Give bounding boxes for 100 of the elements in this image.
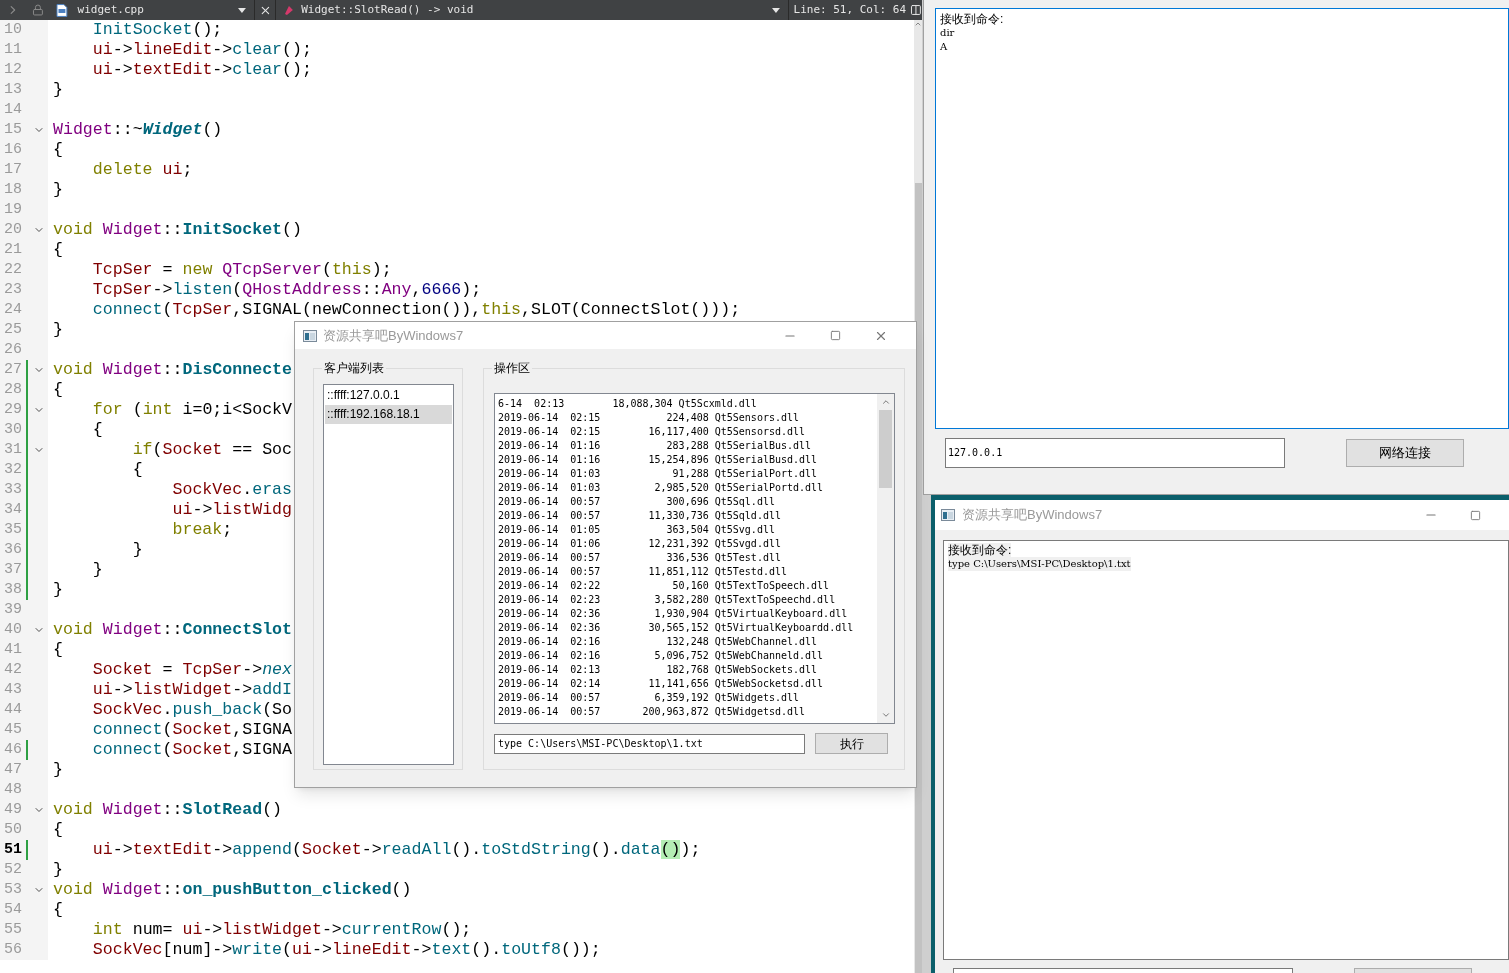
code-line: void Widget::on_pushButton_clicked() <box>53 880 412 900</box>
code-line: } <box>91 560 103 580</box>
window-title: 资源共享吧ByWindows7 <box>323 326 465 345</box>
code-line: { <box>131 460 143 480</box>
code-line: { <box>53 240 63 260</box>
cursor-position: Line: 51, Col: 64 <box>793 1 908 18</box>
line-number: 53 <box>4 879 23 900</box>
line-number: 47 <box>4 759 23 780</box>
file-name[interactable]: widget.cpp <box>77 1 236 19</box>
scroll-up-icon[interactable] <box>880 397 891 407</box>
line-number: 12 <box>4 59 23 80</box>
line-number: 37 <box>4 559 23 580</box>
code-line: void Widget::DisConnecte <box>53 360 292 380</box>
code-line: InitSocket(); <box>91 20 223 40</box>
output-line: 2019-06-14 02:13 182,768 Qt5WebSockets.dll <box>498 663 818 677</box>
code-line: ui->listWidget->addI <box>91 680 293 700</box>
line-number: 31 <box>4 439 23 460</box>
line-number: 17 <box>4 159 23 180</box>
command-input[interactable]: type C:\Users\MSI-PC\Desktop\1.txt <box>494 733 805 754</box>
line-number: 16 <box>4 139 23 160</box>
output-line: 2019-06-14 02:14 11,141,656 Qt5WebSocketsd.dll <box>498 677 824 691</box>
line-number: 40 <box>4 619 23 640</box>
code-line: void Widget::ConnectSlot <box>53 620 292 640</box>
function-symbol[interactable]: Widget::SlotRead() -> void <box>301 1 772 19</box>
code-line: delete ui; <box>91 160 193 180</box>
code-line: TcpSer->listen(QHostAddress::Any,6666); <box>91 280 482 300</box>
code-line: } <box>53 580 63 600</box>
window-title: 资源共享吧ByWindows7 <box>962 506 1104 525</box>
file-icon <box>55 3 68 17</box>
line-number: 23 <box>4 279 23 300</box>
line-number: 18 <box>4 179 23 200</box>
line-number: 56 <box>4 939 23 960</box>
window-app-icon <box>941 509 955 521</box>
code-line: { <box>53 140 63 160</box>
output-line: 2019-06-14 01:05 363,504 Qt5Svg.dll <box>498 523 775 537</box>
scroll-up-icon[interactable] <box>914 20 922 28</box>
output-line: 6-14 02:13 18,088,304 Qt5Scxmld.dll <box>498 397 757 411</box>
code-line: } <box>131 540 143 560</box>
code-line: } <box>53 80 63 100</box>
received-label: 接收到命令: <box>948 543 1012 557</box>
output-line: 2019-06-14 02:22 50,160 Qt5TextToSpeech.dll <box>498 579 830 593</box>
line-number: 38 <box>4 579 23 600</box>
client-item[interactable]: ::ffff:192.168.18.1 <box>325 405 452 424</box>
line-number: 15 <box>4 119 23 140</box>
line-number: 52 <box>4 859 23 880</box>
line-number: 35 <box>4 519 23 540</box>
code-line: void Widget::InitSocket() <box>53 220 302 240</box>
line-number: 51 <box>4 839 23 860</box>
code-line: } <box>53 320 63 340</box>
scroll-down-icon[interactable] <box>880 710 891 720</box>
window-app-icon <box>303 329 317 342</box>
code-line: TcpSer = new QTcpServer(this); <box>91 260 392 280</box>
output-line: 2019-06-14 01:16 283,288 Qt5SerialBus.dll <box>498 439 812 453</box>
line-number: 14 <box>4 99 23 120</box>
code-line: int num= ui->listWidget->currentRow(); <box>91 920 472 940</box>
output-line: 2019-06-14 02:15 224,408 Qt5Sensors.dll <box>498 411 800 425</box>
line-number: 43 <box>4 679 23 700</box>
output-line: 2019-06-14 00:57 336,536 Qt5Test.dll <box>498 551 781 565</box>
output-line: 2019-06-14 02:15 16,117,400 Qt5Sensorsd.dll <box>498 425 806 439</box>
code-line: { <box>53 820 63 840</box>
scrollbar-thumb[interactable] <box>879 410 892 488</box>
line-number: 48 <box>4 779 23 800</box>
line-number: 44 <box>4 699 23 720</box>
code-line: break; <box>171 520 233 540</box>
line-number: 49 <box>4 799 23 820</box>
code-line: { <box>53 900 63 920</box>
output-line: 2019-06-14 01:06 12,231,392 Qt5Svgd.dll <box>498 537 781 551</box>
maximize-icon[interactable] <box>830 330 841 341</box>
line-number: 46 <box>4 739 23 760</box>
client-item[interactable]: ::ffff:127.0.0.1 <box>325 386 452 405</box>
connect-button[interactable]: 网络连接 <box>1346 439 1464 467</box>
received-line: A <box>940 40 948 54</box>
code-line: ui->listWidg <box>171 500 292 520</box>
line-number: 50 <box>4 819 23 840</box>
output-line: 2019-06-14 02:16 132,248 Qt5WebChannel.dll <box>498 635 818 649</box>
line-number: 27 <box>4 359 23 380</box>
line-number: 13 <box>4 79 23 100</box>
maximize-icon[interactable] <box>1470 509 1481 521</box>
dropdown-caret-icon[interactable] <box>771 7 780 13</box>
line-number: 45 <box>4 719 23 740</box>
line-number: 25 <box>4 319 23 340</box>
code-line: ui->textEdit->append(Socket->readAll().toStdString().data()); <box>91 840 701 860</box>
output-line: 2019-06-14 01:03 91,288 Qt5SerialPort.dll <box>498 467 818 481</box>
output-line: 2019-06-14 02:36 1,930,904 Qt5VirtualKeyboard.dll <box>498 607 848 621</box>
line-number: 28 <box>4 379 23 400</box>
dropdown-caret-icon[interactable] <box>237 7 246 13</box>
code-line: } <box>53 760 63 780</box>
line-number: 11 <box>4 39 23 60</box>
line-number: 41 <box>4 639 23 660</box>
line-number: 24 <box>4 299 23 320</box>
code-line: Socket = TcpSer->nex <box>91 660 292 680</box>
code-line: ui->lineEdit->clear(); <box>91 40 312 60</box>
output-line: 2019-06-14 02:36 30,565,152 Qt5VirtualKeyboardd.dll <box>498 621 854 635</box>
line-number: 55 <box>4 919 23 940</box>
run-button[interactable]: 执行 <box>815 733 888 754</box>
lock-icon[interactable] <box>31 4 44 16</box>
output-line: 2019-06-14 01:16 15,254,896 Qt5SerialBusd.dll <box>498 453 818 467</box>
output-line: 2019-06-14 01:03 2,985,520 Qt5SerialPortd.dll <box>498 481 824 495</box>
address-input[interactable]: 127.0.0.1 <box>945 438 1285 468</box>
split-icon[interactable] <box>910 4 922 16</box>
